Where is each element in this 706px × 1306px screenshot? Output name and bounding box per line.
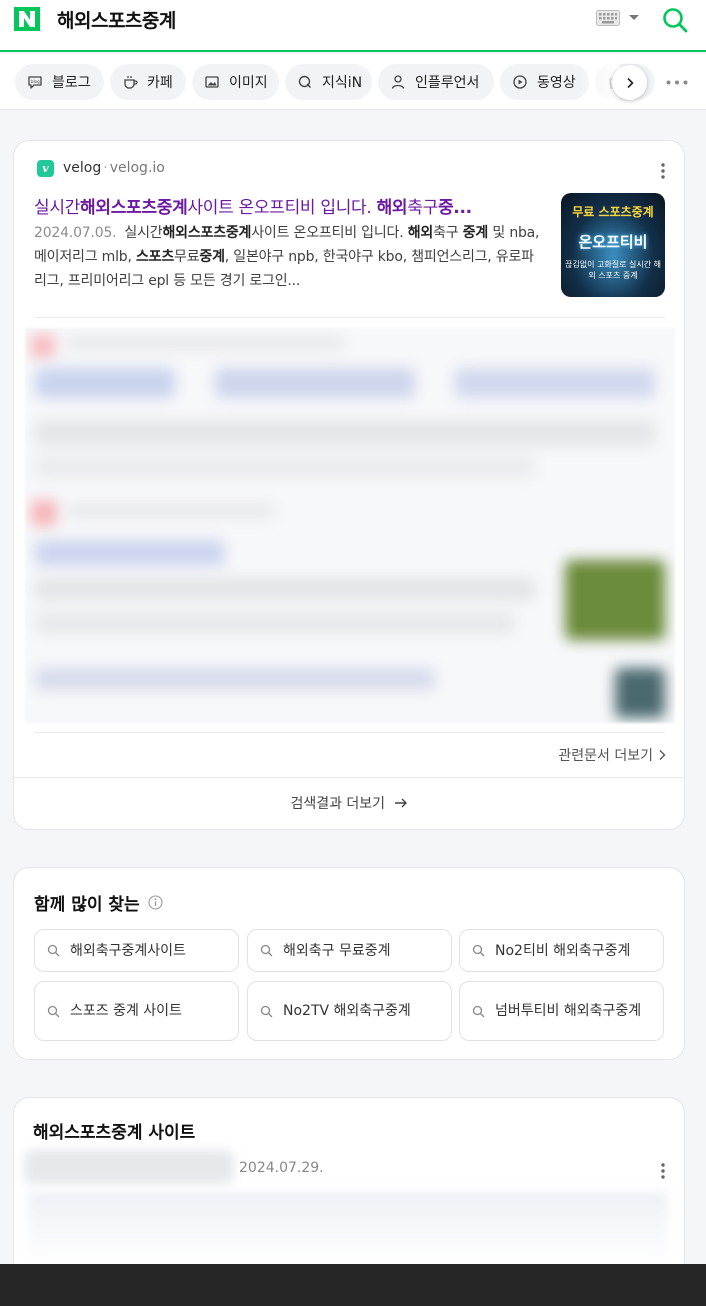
keyboard-icon[interactable] — [596, 10, 620, 26]
related-search-chip[interactable]: 해외축구 무료중계 — [247, 929, 452, 972]
tabs-next-button[interactable] — [612, 65, 647, 100]
tab-video[interactable]: 동영상 — [500, 64, 589, 100]
site-domain: velog.io — [109, 160, 165, 176]
title-highlight: 해외스포츠중계 — [80, 198, 188, 218]
related-search-label: No2티비 해외축구중계 — [495, 942, 631, 959]
snippet-highlight: 해외스포츠중계 — [162, 225, 252, 241]
snippet-text: 무료 — [174, 249, 200, 265]
snippet-highlight: 중계 — [462, 225, 489, 241]
title-highlight: 해외 — [376, 198, 408, 218]
blurred-content — [28, 1192, 668, 1266]
snippet-text: 사이트 온오프티비 입니다. — [251, 225, 404, 241]
info-icon[interactable] — [148, 895, 163, 910]
site-name: velog — [63, 160, 102, 176]
more-vertical-icon[interactable] — [661, 163, 665, 179]
search-icon — [47, 944, 60, 957]
result-thumbnail[interactable]: 무료 스포츠중계 온오프티비 끊김없이 고화질로 실시간 해외 스포츠 중계 — [561, 193, 665, 297]
related-searches-card: 함께 많이 찾는 해외축구중계사이트 해외축구 무료중계 No2티비 해외축구중… — [13, 867, 685, 1060]
search-icon — [260, 944, 273, 957]
tab-knowledge[interactable]: 지식iN — [285, 64, 372, 100]
site-separator: · — [103, 160, 108, 176]
tab-knowledge-label: 지식iN — [322, 75, 363, 91]
blurred-profile — [24, 1150, 234, 1184]
divider — [14, 777, 684, 778]
bottom-bar — [0, 1264, 706, 1306]
site-source[interactable]: velog · velog.io — [63, 160, 165, 176]
search-query[interactable]: 해외스포츠중계 — [57, 6, 176, 33]
naver-logo[interactable] — [14, 7, 40, 31]
related-docs-label: 관련문서 더보기 — [558, 748, 653, 764]
snippet-text: 실시간 — [124, 225, 163, 241]
section-date: 2024.07.29. — [239, 1160, 324, 1176]
person-icon — [391, 75, 405, 89]
tab-cafe[interactable]: 카페 — [110, 64, 186, 100]
svg-text:blog: blog — [31, 79, 40, 84]
knowledge-icon — [298, 75, 311, 88]
related-search-label: 해외축구 무료중계 — [283, 942, 391, 959]
tab-blog[interactable]: blog 블로그 — [15, 64, 104, 100]
tab-cafe-label: 카페 — [147, 75, 173, 91]
tab-blog-label: 블로그 — [52, 75, 91, 91]
blog-icon: blog — [28, 76, 42, 89]
search-icon — [260, 1005, 273, 1017]
search-icon — [47, 1005, 60, 1017]
search-icon[interactable] — [661, 6, 689, 34]
related-search-label: 스포즈 중계 사이트 — [70, 1003, 182, 1019]
result-date: 2024.07.05. — [34, 225, 117, 241]
site-favicon[interactable]: v — [37, 160, 54, 177]
cafe-icon — [124, 76, 138, 89]
chevron-right-icon — [659, 750, 666, 760]
related-search-label: 넘버투티비 해외축구중계 — [495, 1003, 642, 1019]
tab-video-label: 동영상 — [537, 75, 576, 91]
title-text: 사이트 온오프티비 입니다. — [187, 198, 372, 218]
tab-image[interactable]: 이미지 — [192, 64, 279, 100]
thumbnail-brand: 온오프티비 — [578, 233, 648, 251]
result-title-link[interactable]: 실시간해외스포츠중계사이트 온오프티비 입니다. 해외축구중... — [34, 193, 544, 218]
title-highlight: 중... — [437, 198, 472, 218]
arrow-right-icon — [394, 798, 407, 808]
tab-influencer[interactable]: 인플루언서 — [378, 64, 494, 100]
more-results-label: 검색결과 더보기 — [290, 796, 386, 812]
snippet-highlight: 스포츠 — [135, 249, 175, 265]
title-text: 실시간 — [34, 198, 81, 218]
chevron-right-icon — [626, 77, 634, 88]
related-search-chip[interactable]: No2티비 해외축구중계 — [459, 929, 664, 972]
web-result-card: v velog · velog.io 실시간해외스포츠중계사이트 온오프티비 입니다… — [13, 140, 685, 830]
blurred-related-content — [25, 328, 675, 723]
search-icon — [472, 1005, 485, 1017]
divider — [34, 732, 665, 733]
chevron-down-icon[interactable] — [629, 15, 639, 20]
section-title: 해외스포츠중계 사이트 — [33, 1123, 196, 1143]
play-icon — [513, 75, 527, 89]
related-search-chip[interactable]: No2TV 해외축구중계 — [247, 981, 452, 1041]
related-search-chip[interactable]: 해외축구중계사이트 — [34, 929, 239, 972]
related-search-chip[interactable]: 넘버투티비 해외축구중계 — [459, 981, 664, 1041]
related-search-chip[interactable]: 스포즈 중계 사이트 — [34, 981, 239, 1041]
related-search-label: 해외축구중계사이트 — [70, 942, 186, 959]
search-tabs: blog 블로그 카페 이미지 지식iN 인플루언서 동영상 — [0, 54, 706, 110]
related-heading-text: 함께 많이 찾는 — [34, 895, 140, 915]
snippet-highlight: 해외 — [407, 225, 434, 241]
related-search-label: No2TV 해외축구중계 — [283, 1003, 411, 1019]
related-searches-heading: 함께 많이 찾는 — [34, 890, 163, 915]
more-horizontal-icon[interactable] — [666, 80, 688, 85]
search-icon — [472, 944, 485, 957]
title-text: 축구 — [407, 198, 438, 218]
more-vertical-icon[interactable] — [661, 1163, 665, 1179]
more-results-button[interactable]: 검색결과 더보기 — [14, 793, 684, 813]
tab-image-label: 이미지 — [229, 75, 268, 91]
tab-influencer-label: 인플루언서 — [415, 75, 480, 91]
snippet-highlight: 중계 — [199, 249, 225, 265]
result-snippet[interactable]: 2024.07.05. 실시간해외스포츠중계사이트 온오프티비 입니다. 해외축구… — [34, 221, 546, 293]
search-header: 해외스포츠중계 — [0, 0, 706, 52]
related-docs-link[interactable]: 관련문서 더보기 — [558, 745, 666, 765]
thumbnail-caption: 무료 스포츠중계 — [572, 205, 654, 219]
thumbnail-subcaption: 끊김없이 고화질로 실시간 해외 스포츠 중계 — [565, 260, 661, 280]
image-icon — [205, 76, 219, 88]
divider — [34, 317, 665, 318]
snippet-text: 축구 — [433, 225, 459, 241]
